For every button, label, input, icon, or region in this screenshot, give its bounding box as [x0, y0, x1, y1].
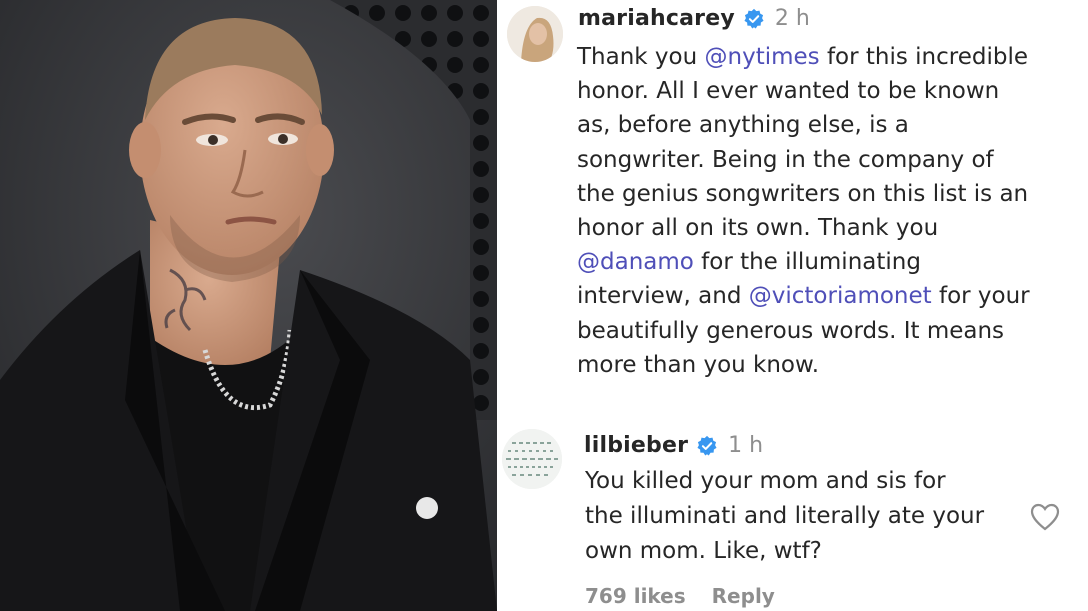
- comment-text-segment: beautifully generous words. It means: [577, 317, 1005, 344]
- comment-line: songwriter. Being in the company of: [577, 143, 1030, 177]
- comment-line: as, before anything else, is a: [577, 108, 1030, 142]
- reply-line: You killed your mom and sis for: [585, 468, 946, 494]
- avatar[interactable]: [507, 6, 563, 62]
- comment-line: honor all on its own. Thank you: [577, 211, 1030, 245]
- reply-button[interactable]: Reply: [712, 584, 775, 608]
- username[interactable]: lilbieber: [584, 433, 688, 458]
- profile-photo-icon: [507, 6, 563, 62]
- comment-text-segment: as, before anything else, is a: [577, 112, 909, 139]
- comment-text-segment: interview, and: [577, 283, 749, 310]
- avatar[interactable]: [502, 429, 562, 489]
- comment-text-segment: Thank you: [577, 44, 705, 70]
- mention-link[interactable]: @nytimes: [705, 44, 820, 70]
- comment-line: the genius songwriters on this list is a…: [577, 177, 1030, 211]
- mention-link[interactable]: @danamo: [577, 249, 694, 275]
- reply-line: own mom. Like, wtf?: [585, 538, 822, 564]
- timestamp: 1 h: [728, 433, 764, 458]
- photo: [0, 0, 497, 611]
- comment-text-segment: the genius songwriters on this list is a…: [577, 180, 1029, 207]
- comment-text-segment: for this incredible: [819, 44, 1029, 70]
- comment-line: honor. All I ever wanted to be known: [577, 74, 1030, 108]
- comment-line: beautifully generous words. It means: [577, 314, 1030, 348]
- comment-header: mariahcarey 2 h: [578, 6, 810, 31]
- portrait-image: [0, 0, 497, 611]
- comment-line: more than you know.: [577, 348, 1030, 382]
- comment-line: Thank you @nytimes for this incredible: [577, 40, 1030, 74]
- reply-line: the illuminati and literally ate your: [585, 503, 985, 529]
- comment-text-segment: honor. All I ever wanted to be known: [577, 78, 1000, 105]
- reply-text: You killed your mom and sis for the illu…: [585, 464, 984, 569]
- reply-actions: 769 likes Reply: [585, 584, 775, 608]
- comment-text-segment: songwriter. Being in the company of: [577, 146, 994, 173]
- comment-text-segment: more than you know.: [577, 351, 820, 378]
- verified-badge-icon: [697, 435, 717, 455]
- timestamp: 2 h: [774, 6, 810, 31]
- profile-photo-icon: [502, 429, 562, 489]
- comment-line: @danamo for the illuminating: [577, 245, 1030, 279]
- comment-text: Thank you @nytimes for this incredible ho…: [577, 40, 1030, 382]
- comment-text-segment: for the illuminating: [693, 249, 921, 276]
- heart-icon[interactable]: [1030, 503, 1060, 531]
- username[interactable]: mariahcarey: [578, 6, 735, 31]
- comment-line: interview, and @victoriamonet for your: [577, 279, 1030, 313]
- comment-text-segment: honor all on its own. Thank you: [577, 215, 939, 242]
- comments-panel: mariahcarey 2 h Thank you @nytimes for t…: [500, 0, 1088, 611]
- verified-badge-icon: [744, 8, 764, 28]
- mention-link[interactable]: @victoriamonet: [749, 283, 932, 309]
- comment-text-segment: for your: [931, 283, 1030, 310]
- reply-header: lilbieber 1 h: [584, 433, 763, 458]
- likes-count[interactable]: 769 likes: [585, 584, 686, 608]
